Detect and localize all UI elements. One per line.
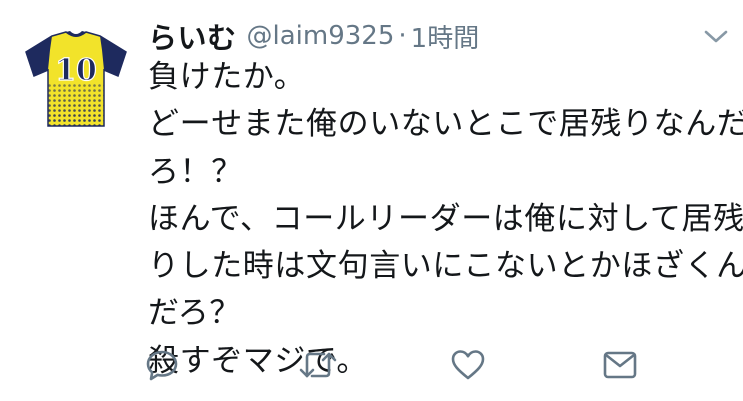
jersey-number: 10 xyxy=(55,53,97,88)
separator-dot: · xyxy=(398,21,407,51)
tweet-text-line: ろ！？ xyxy=(148,153,243,190)
tweet-text: 負けたか。 どーせまた俺のいないとこで居残りなんだ ろ！？ ほんで、コールリーダ… xyxy=(148,54,743,385)
jersey-avatar-icon: 10 xyxy=(25,31,127,127)
chevron-down-icon xyxy=(704,30,728,43)
reply-button[interactable] xyxy=(142,345,182,385)
tweet[interactable]: 10 らいむ @laim9325 · 1時間 負けたか。 どーせまた俺のいないと… xyxy=(0,0,743,401)
avatar[interactable]: 10 xyxy=(22,28,130,130)
tweet-text-line: ほんで、コールリーダーは俺に対して居残 xyxy=(148,200,743,237)
more-options-button[interactable] xyxy=(703,28,729,46)
display-name[interactable]: らいむ xyxy=(148,15,237,57)
direct-message-button[interactable] xyxy=(600,345,640,385)
tweet-text-line: りした時は文句言いにこないとかほざくん xyxy=(148,248,743,285)
envelope-icon xyxy=(603,351,637,379)
tweet-text-line: 負けたか。 xyxy=(148,59,306,95)
retweet-icon xyxy=(299,352,337,378)
like-button[interactable] xyxy=(448,345,488,385)
tweet-text-line: どーせまた俺のいないとこで居残りなんだ xyxy=(148,106,743,143)
tweet-text-line: だろ？ xyxy=(148,295,241,332)
heart-icon xyxy=(451,350,485,380)
tweet-header: らいむ @laim9325 · 1時間 xyxy=(148,14,479,58)
user-handle[interactable]: @laim9325 xyxy=(247,21,395,51)
reply-icon xyxy=(146,350,178,381)
timestamp[interactable]: 1時間 xyxy=(411,18,480,55)
tweet-actions xyxy=(0,345,743,385)
retweet-button[interactable] xyxy=(298,345,338,385)
